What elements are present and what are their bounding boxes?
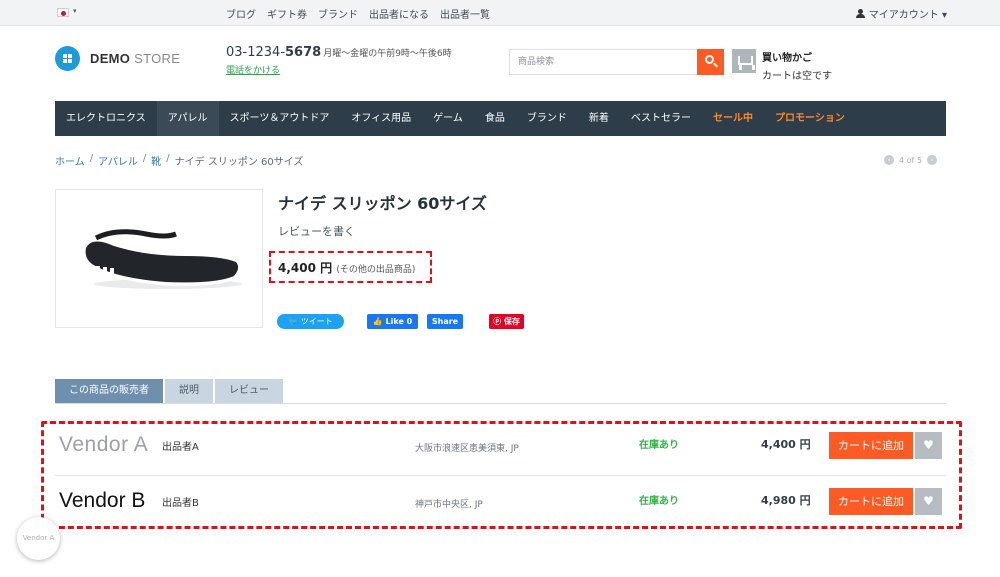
- chevron-right-icon[interactable]: ›: [926, 155, 937, 165]
- search-bar: [509, 49, 724, 75]
- tab-vendors[interactable]: この商品の販売者: [55, 379, 163, 403]
- shoe-image: [85, 229, 242, 289]
- other-offers-link[interactable]: (その他の出品商品): [336, 265, 415, 275]
- write-review-link[interactable]: レビューを書く: [278, 223, 355, 239]
- nav-item-food[interactable]: 食品: [474, 101, 516, 136]
- top-link-brands[interactable]: ブランド: [318, 6, 358, 21]
- vendor-chat-bubble[interactable]: Vendor A: [17, 517, 60, 560]
- top-bar: ▾ ブログ ギフト券 ブランド 出品者になる 出品者一覧 マイアカウント ▾: [0, 0, 1000, 26]
- breadcrumb-current: ナイデ スリッポン 60サイズ: [174, 157, 304, 168]
- breadcrumb-separator: /: [142, 153, 147, 164]
- top-link-blog[interactable]: ブログ: [226, 6, 256, 21]
- cart-title[interactable]: 買い物かご: [762, 49, 832, 64]
- nav-item-apparel[interactable]: アパレル: [156, 101, 219, 136]
- vendor-location: 神戸市中央区, JP: [415, 500, 483, 510]
- top-link-become-vendor[interactable]: 出品者になる: [369, 6, 429, 21]
- stock-status: 在庫あり: [639, 496, 679, 507]
- vendor-location: 大阪市浪速区恵美須東, JP: [415, 444, 519, 454]
- nav-item-bestsellers[interactable]: ベストセラー: [620, 101, 702, 136]
- nav-item-new[interactable]: 新着: [578, 101, 620, 136]
- tabs-divider: [55, 403, 946, 404]
- product-pager: ‹ 4 of 5 ›: [884, 155, 937, 165]
- add-to-cart-button[interactable]: カートに追加: [829, 488, 913, 515]
- nav-item-games[interactable]: ゲーム: [422, 101, 474, 136]
- nav-item-promotion[interactable]: プロモーション: [764, 101, 856, 136]
- breadcrumb: ホーム / アパレル / 靴 / ナイデ スリッポン 60サイズ: [55, 153, 303, 168]
- vendor-logo[interactable]: Vendor B: [59, 489, 145, 513]
- nav-item-electronics[interactable]: エレクトロニクス: [55, 101, 157, 136]
- vendor-price: 4,400 円: [761, 438, 811, 451]
- facebook-like-button[interactable]: 👍 Like 0: [367, 314, 418, 329]
- wishlist-heart-icon[interactable]: ♥: [915, 432, 942, 459]
- store-logo[interactable]: DEMO STORE: [55, 46, 180, 71]
- tweet-button[interactable]: 🐦 ツイート: [277, 314, 344, 329]
- tab-reviews[interactable]: レビュー: [215, 379, 283, 403]
- phone-number: 03-1234-5678 月曜〜金曜の午前9時〜午後6時: [226, 45, 452, 60]
- vendor-logo[interactable]: Vendor A: [59, 433, 148, 457]
- pinterest-save-button[interactable]: ⓟ 保存: [489, 314, 524, 329]
- breadcrumb-separator: /: [89, 153, 94, 164]
- add-to-cart-button[interactable]: カートに追加: [829, 432, 913, 459]
- breadcrumb-shoes[interactable]: 靴: [151, 153, 161, 168]
- breadcrumb-home[interactable]: ホーム: [55, 153, 85, 168]
- top-links: ブログ ギフト券 ブランド 出品者になる 出品者一覧: [226, 6, 490, 21]
- top-link-vendor-list[interactable]: 出品者一覧: [440, 6, 490, 21]
- my-account-menu[interactable]: マイアカウント ▾: [855, 6, 947, 21]
- nav-item-brands[interactable]: ブランド: [516, 101, 578, 136]
- wishlist-heart-icon[interactable]: ♥: [915, 488, 942, 515]
- nav-item-office[interactable]: オフィス用品: [340, 101, 422, 136]
- logo-text: DEMO STORE: [90, 51, 181, 66]
- breadcrumb-apparel[interactable]: アパレル: [98, 153, 138, 168]
- product-tabs: この商品の販売者 説明 レビュー: [55, 379, 283, 403]
- nav-item-sale[interactable]: セール中: [702, 101, 764, 136]
- cart-status: カートは空です: [762, 71, 832, 82]
- product-price: 4,400 円 (その他の出品商品): [278, 259, 415, 276]
- callback-link[interactable]: 電話をかける: [226, 63, 280, 76]
- pager-position: 4 of 5: [899, 155, 922, 165]
- price-value: 4,400 円: [278, 261, 333, 275]
- cart-widget[interactable]: 買い物かご カートは空です: [732, 49, 832, 82]
- my-account-label[interactable]: マイアカウント ▾: [869, 6, 947, 21]
- user-icon: [855, 8, 865, 19]
- vendor-name[interactable]: 出品者A: [162, 438, 199, 453]
- cart-icon[interactable]: [732, 49, 756, 73]
- product-title: ナイデ スリッポン 60サイズ: [278, 194, 487, 213]
- chevron-left-icon[interactable]: ‹: [884, 155, 894, 165]
- japan-flag-icon[interactable]: [57, 8, 69, 17]
- breadcrumb-separator: /: [166, 153, 170, 164]
- search-button[interactable]: [697, 49, 724, 75]
- logo-icon: [55, 46, 80, 71]
- product-image[interactable]: [55, 189, 263, 328]
- stock-status: 在庫あり: [639, 440, 679, 451]
- vendor-row: Vendor B 出品者B 神戸市中央区, JP 在庫あり 4,980 円 カー…: [55, 477, 946, 532]
- vendor-price: 4,980 円: [761, 494, 811, 507]
- chevron-down-icon[interactable]: ▾: [73, 7, 77, 15]
- top-link-gift-card[interactable]: ギフト券: [267, 6, 307, 21]
- facebook-share-button[interactable]: Share: [427, 314, 463, 329]
- main-nav: エレクトロニクス アパレル スポーツ＆アウトドア オフィス用品 ゲーム 食品 ブ…: [55, 101, 946, 136]
- vendor-row: Vendor A 出品者A 大阪市浪速区恵美須東, JP 在庫あり 4,400 …: [55, 421, 946, 476]
- search-input[interactable]: [509, 49, 697, 75]
- tab-description[interactable]: 説明: [165, 379, 213, 403]
- business-hours: 月曜〜金曜の午前9時〜午後6時: [323, 49, 452, 59]
- nav-item-sports[interactable]: スポーツ＆アウトドア: [219, 101, 341, 136]
- vendor-name[interactable]: 出品者B: [162, 494, 199, 509]
